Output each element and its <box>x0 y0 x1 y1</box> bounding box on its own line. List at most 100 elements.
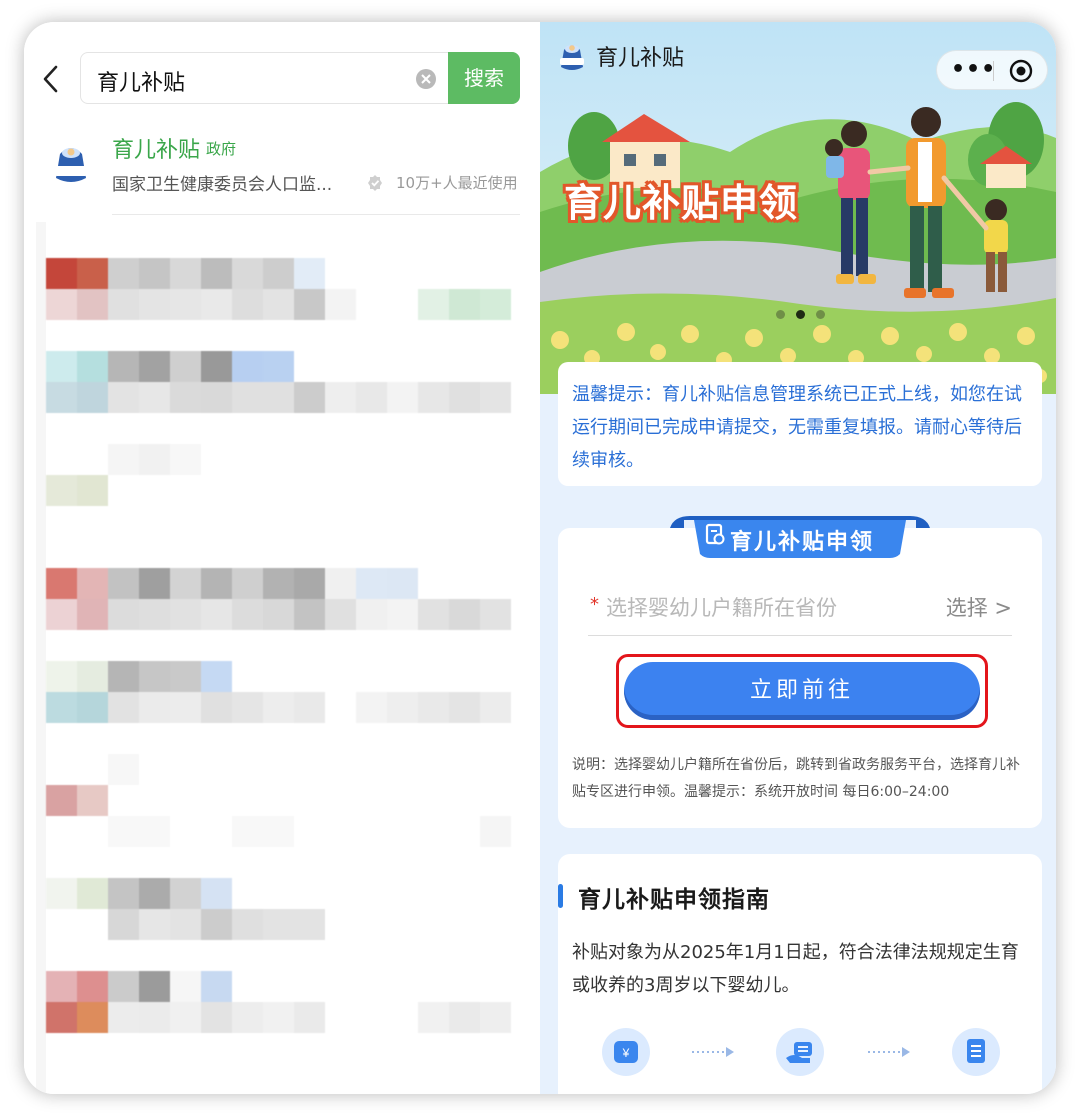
blurred-pixel <box>46 258 77 289</box>
blurred-pixel <box>108 878 139 909</box>
blurred-pixel <box>77 971 108 1002</box>
blurred-pixel <box>46 382 77 413</box>
blurred-pixel <box>170 661 201 692</box>
province-select[interactable]: * 选择婴幼儿户籍所在省份 选择 > <box>588 588 1012 636</box>
blurred-pixel <box>294 568 325 599</box>
blurred-pixel <box>170 258 201 289</box>
province-placeholder[interactable]: 选择婴幼儿户籍所在省份 <box>606 592 837 622</box>
search-pane: 育儿补贴 搜索 育儿补贴 政府 国家卫生健康委员会人口监... 10万+人最近使… <box>24 22 540 1094</box>
blurred-pixel <box>77 785 108 816</box>
blurred-edge <box>36 222 46 1094</box>
blurred-pixel <box>263 599 294 630</box>
blurred-pixel <box>232 816 263 847</box>
blurred-pixel <box>356 382 387 413</box>
blurred-pixel <box>480 692 511 723</box>
blurred-pixel <box>201 351 232 382</box>
blurred-pixel <box>170 351 201 382</box>
baby-subsidy-logo <box>54 148 88 182</box>
blurred-pixel <box>108 692 139 723</box>
yuan-card-icon: ¥ <box>602 1028 650 1076</box>
search-button[interactable]: 搜索 <box>448 52 520 104</box>
divider <box>112 214 520 215</box>
more-icon[interactable]: ••• <box>951 57 996 82</box>
blurred-pixel <box>294 289 325 320</box>
blurred-pixel <box>46 661 77 692</box>
go-now-button[interactable]: 立即前往 <box>624 662 980 720</box>
carousel-dot-active[interactable] <box>796 310 805 319</box>
search-input[interactable]: 育儿补贴 搜索 <box>80 52 520 104</box>
blurred-pixel <box>108 289 139 320</box>
blurred-pixel <box>170 1002 201 1033</box>
blurred-pixel <box>139 909 170 940</box>
hero-banner[interactable]: 育儿补贴 ••• 育儿补贴申领 <box>540 22 1056 394</box>
blurred-pixel <box>356 568 387 599</box>
blurred-pixel <box>46 568 77 599</box>
search-result-item[interactable]: 育儿补贴 政府 国家卫生健康委员会人口监... 10万+人最近使用 <box>24 130 540 218</box>
blurred-pixel <box>170 568 201 599</box>
brand-logo <box>560 45 584 70</box>
clear-icon[interactable] <box>415 68 437 90</box>
blurred-pixel <box>325 382 356 413</box>
blurred-pixel <box>232 1002 263 1033</box>
close-mini-program-icon[interactable] <box>1009 59 1033 83</box>
blurred-pixel <box>139 816 170 847</box>
blurred-pixel <box>263 568 294 599</box>
blurred-pixel <box>77 1002 108 1033</box>
blurred-pixel <box>201 878 232 909</box>
blurred-pixel <box>139 878 170 909</box>
blurred-pixel <box>170 971 201 1002</box>
guide-body: 补贴对象为从2025年1月1日起，符合法律法规规定生育或收养的3周岁以下婴幼儿。 <box>572 942 1019 996</box>
blurred-pixel <box>263 909 294 940</box>
apply-ribbon-title: 育儿补贴申领 <box>730 530 875 555</box>
blurred-pixel <box>108 661 139 692</box>
blurred-results <box>46 258 512 1048</box>
blurred-pixel <box>449 289 480 320</box>
blurred-pixel <box>170 692 201 723</box>
blurred-pixel <box>77 382 108 413</box>
guide-title: 育儿补贴申领指南 <box>578 887 770 913</box>
blurred-pixel <box>139 1002 170 1033</box>
back-arrow-icon[interactable] <box>40 64 64 94</box>
section-accent <box>558 884 563 908</box>
blurred-pixel <box>449 1002 480 1033</box>
blurred-pixel <box>232 382 263 413</box>
blurred-pixel <box>418 1002 449 1033</box>
blurred-pixel <box>480 1002 511 1033</box>
guide-card: 育儿补贴申领指南 补贴对象为从2025年1月1日起，符合法律法规规定生育或收养的… <box>558 854 1042 1094</box>
blurred-pixel <box>139 599 170 630</box>
carousel-dot[interactable] <box>776 310 785 319</box>
select-province-link[interactable]: 选择 > <box>946 592 1012 622</box>
blurred-pixel <box>387 568 418 599</box>
result-description: 国家卫生健康委员会人口监... <box>112 175 333 195</box>
blurred-pixel <box>139 289 170 320</box>
blurred-pixel <box>77 692 108 723</box>
blurred-pixel <box>356 692 387 723</box>
blurred-pixel <box>294 258 325 289</box>
search-query[interactable]: 育儿补贴 <box>97 65 185 97</box>
blurred-pixel <box>108 444 139 475</box>
blurred-pixel <box>77 258 108 289</box>
blurred-pixel <box>108 568 139 599</box>
notice-card: 温馨提示：育儿补贴信息管理系统已正式上线，如您在试运行期间已完成申请提交，无需重… <box>558 362 1042 486</box>
blurred-pixel <box>294 692 325 723</box>
blurred-pixel <box>170 444 201 475</box>
blurred-pixel <box>77 289 108 320</box>
blurred-pixel <box>232 258 263 289</box>
blurred-pixel <box>232 351 263 382</box>
blurred-pixel <box>201 599 232 630</box>
blurred-pixel <box>139 568 170 599</box>
blurred-pixel <box>232 909 263 940</box>
carousel-dot[interactable] <box>816 310 825 319</box>
blurred-pixel <box>46 971 77 1002</box>
blurred-pixel <box>201 382 232 413</box>
mini-program-title: 育儿补贴 <box>596 46 685 71</box>
blurred-pixel <box>387 382 418 413</box>
blurred-pixel <box>449 599 480 630</box>
step-arrow-icon <box>868 1047 910 1057</box>
blurred-pixel <box>232 599 263 630</box>
blurred-pixel <box>480 599 511 630</box>
blurred-pixel <box>139 258 170 289</box>
blurred-pixel <box>108 599 139 630</box>
blurred-pixel <box>46 351 77 382</box>
blurred-pixel <box>201 661 232 692</box>
